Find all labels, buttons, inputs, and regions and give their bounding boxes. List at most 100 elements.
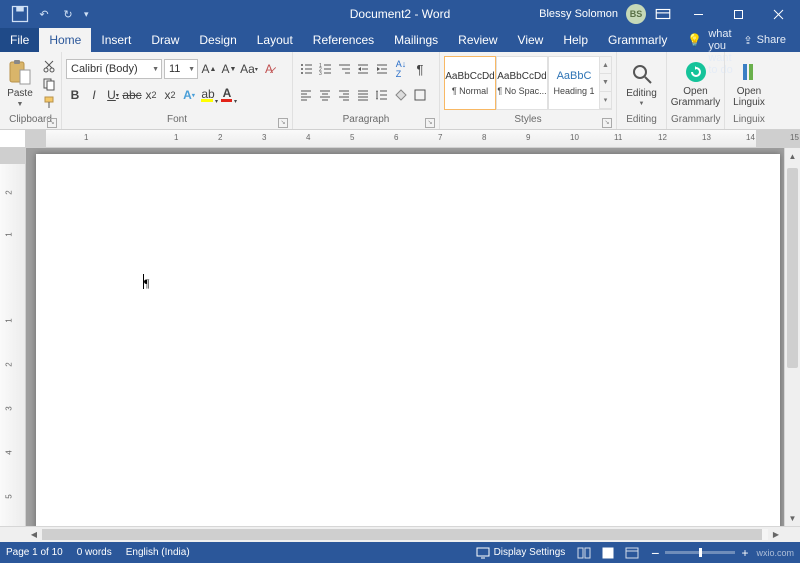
multilevel-list-button[interactable] <box>335 59 353 79</box>
tab-review[interactable]: Review <box>448 28 507 52</box>
language-indicator[interactable]: English (India) <box>126 547 190 558</box>
scroll-up-icon[interactable]: ▲ <box>785 148 800 164</box>
undo-icon[interactable]: ↶ <box>34 4 54 24</box>
vertical-scrollbar[interactable]: ▲ ▼ <box>784 148 800 526</box>
editing-button[interactable]: Editing ▼ <box>620 58 663 111</box>
font-name-combo[interactable]: Calibri (Body)▼ <box>66 59 162 79</box>
dialog-launcher-icon[interactable]: ↘ <box>425 118 435 128</box>
document-area[interactable]: ¶ <box>26 148 784 526</box>
print-layout-button[interactable] <box>597 545 619 561</box>
horizontal-scrollbar[interactable]: ◀ ▶ <box>26 527 784 542</box>
scroll-thumb[interactable] <box>42 529 762 540</box>
qat-customize-icon[interactable]: ▾ <box>84 9 89 20</box>
style-no-spacing[interactable]: AaBbCcDd ¶ No Spac... <box>496 56 548 110</box>
numbering-button[interactable]: 123 <box>316 59 334 79</box>
vertical-ruler[interactable]: 2 1 1 2 3 4 5 <box>0 148 26 526</box>
group-linguix: Open Linguix Linguix <box>725 52 773 129</box>
chevron-down-icon: ▼ <box>639 101 645 107</box>
superscript-button[interactable]: x2 <box>161 85 179 105</box>
save-icon[interactable] <box>10 4 30 24</box>
share-icon: ⇪ <box>743 34 752 47</box>
font-size-combo[interactable]: 11▼ <box>164 59 198 79</box>
text-effects-button[interactable]: A▾ <box>180 85 198 105</box>
increase-indent-button[interactable] <box>373 59 391 79</box>
grammarly-icon <box>684 60 708 84</box>
styles-gallery-more[interactable]: ▲▼▾ <box>600 56 612 110</box>
italic-button[interactable]: I <box>85 85 103 105</box>
zoom-in-button[interactable]: + <box>741 546 748 560</box>
format-painter-button[interactable] <box>40 94 58 110</box>
tab-insert[interactable]: Insert <box>91 28 141 52</box>
style-heading1[interactable]: AaBbC Heading 1 <box>548 56 600 110</box>
cut-button[interactable] <box>40 58 58 74</box>
minimize-button[interactable] <box>680 0 716 28</box>
justify-button[interactable] <box>354 85 372 105</box>
decrease-indent-button[interactable] <box>354 59 372 79</box>
dialog-launcher-icon[interactable]: ↘ <box>47 118 57 128</box>
close-button[interactable] <box>760 0 796 28</box>
scroll-down-icon[interactable]: ▼ <box>785 510 800 526</box>
tell-me-search[interactable]: 💡 Tell me what you want to do <box>687 28 733 52</box>
tab-references[interactable]: References <box>303 28 384 52</box>
bold-button[interactable]: B <box>66 85 84 105</box>
tab-layout[interactable]: Layout <box>247 28 303 52</box>
web-layout-button[interactable] <box>621 545 643 561</box>
word-count[interactable]: 0 words <box>77 547 112 558</box>
shading-button[interactable] <box>392 85 410 105</box>
horizontal-ruler[interactable]: 1 1 2 3 4 5 6 7 8 9 10 11 12 13 14 15 <box>26 130 800 148</box>
share-button[interactable]: ⇪ Share <box>733 28 796 52</box>
tab-file[interactable]: File <box>0 28 39 52</box>
tab-view[interactable]: View <box>508 28 554 52</box>
paste-button[interactable]: Paste ▼ <box>4 54 36 108</box>
display-settings-button[interactable]: Display Settings <box>476 547 566 559</box>
dialog-launcher-icon[interactable]: ↘ <box>278 118 288 128</box>
ribbon-display-icon[interactable] <box>654 5 672 23</box>
open-grammarly-button[interactable]: Open Grammarly <box>665 56 726 112</box>
align-center-button[interactable] <box>316 85 334 105</box>
strikethrough-button[interactable]: abc <box>123 85 141 105</box>
lightbulb-icon: 💡 <box>687 33 702 47</box>
highlight-button[interactable]: ab▾ <box>199 85 217 105</box>
page-indicator[interactable]: Page 1 of 10 <box>6 547 63 558</box>
tab-design[interactable]: Design <box>189 28 246 52</box>
tab-draw[interactable]: Draw <box>141 28 189 52</box>
open-linguix-button[interactable]: Open Linguix <box>727 56 771 112</box>
page[interactable]: ¶ <box>36 154 780 526</box>
grow-font-button[interactable]: A▲ <box>200 59 218 79</box>
user-avatar[interactable]: BS <box>626 4 646 24</box>
zoom-out-button[interactable]: − <box>651 545 659 561</box>
line-spacing-button[interactable] <box>373 85 391 105</box>
align-left-button[interactable] <box>297 85 315 105</box>
tab-mailings[interactable]: Mailings <box>384 28 448 52</box>
zoom-slider[interactable] <box>665 551 735 554</box>
svg-text:3: 3 <box>319 71 322 76</box>
scroll-left-icon[interactable]: ◀ <box>26 527 42 542</box>
status-bar: Page 1 of 10 0 words English (India) Dis… <box>0 542 800 563</box>
bullets-button[interactable] <box>297 59 315 79</box>
scroll-right-icon[interactable]: ▶ <box>768 527 784 542</box>
group-editing: Editing ▼ Editing <box>617 52 667 129</box>
group-label-font: Font↘ <box>66 114 288 129</box>
align-right-button[interactable] <box>335 85 353 105</box>
workspace: 2 1 1 2 3 4 5 ¶ ▲ ▼ <box>0 148 800 526</box>
user-name[interactable]: Blessy Solomon <box>539 8 618 20</box>
copy-button[interactable] <box>40 76 58 92</box>
redo-icon[interactable]: ↻ <box>58 4 78 24</box>
tab-home[interactable]: Home <box>39 28 91 52</box>
shrink-font-button[interactable]: A▼ <box>220 59 238 79</box>
underline-button[interactable]: U▾ <box>104 85 122 105</box>
maximize-button[interactable] <box>720 0 756 28</box>
sort-button[interactable]: A↓Z <box>392 59 410 79</box>
scroll-thumb[interactable] <box>787 168 798 368</box>
tab-grammarly[interactable]: Grammarly <box>598 28 677 52</box>
subscript-button[interactable]: x2 <box>142 85 160 105</box>
tab-help[interactable]: Help <box>553 28 598 52</box>
change-case-button[interactable]: Aa▾ <box>240 59 258 79</box>
show-hide-button[interactable]: ¶ <box>411 59 429 79</box>
clear-formatting-button[interactable]: A̷ <box>260 59 278 79</box>
borders-button[interactable] <box>411 85 429 105</box>
read-mode-button[interactable] <box>573 545 595 561</box>
style-normal[interactable]: AaBbCcDd ¶ Normal <box>444 56 496 110</box>
font-color-button[interactable]: A▾ <box>218 85 236 105</box>
dialog-launcher-icon[interactable]: ↘ <box>602 118 612 128</box>
